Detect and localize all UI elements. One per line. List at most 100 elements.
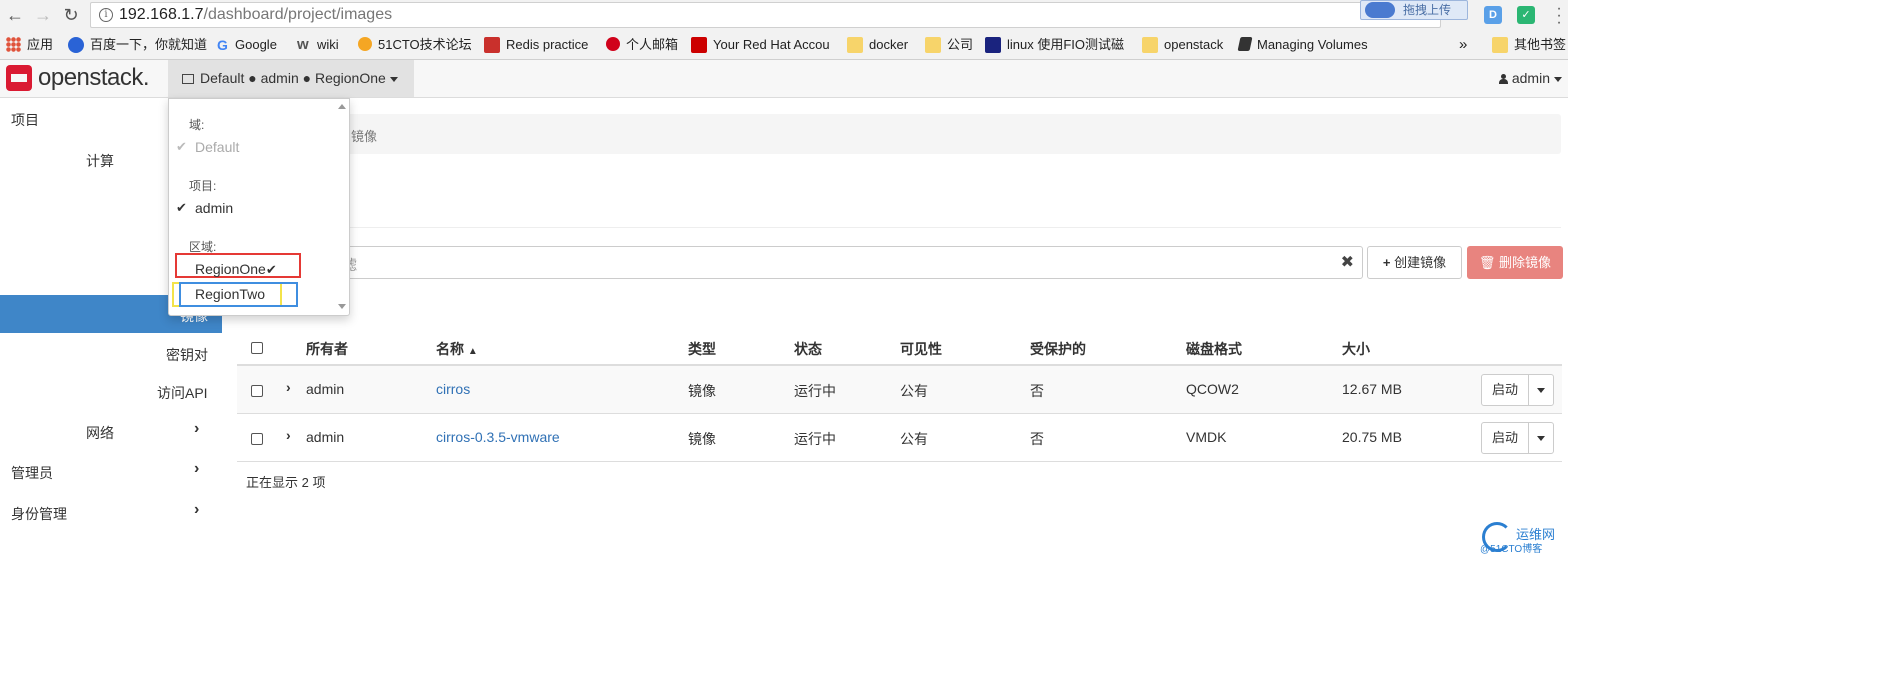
bookmark-google[interactable]: G Google (217, 37, 277, 55)
cell-status: 运行中 (794, 383, 836, 399)
row-checkbox[interactable] (251, 433, 263, 445)
sidebar-item-project[interactable]: 项目 (11, 110, 39, 130)
launch-dropdown-button[interactable] (1528, 374, 1554, 406)
cell-visibility: 公有 (900, 431, 928, 447)
filter-input[interactable]: 滤 ✖ (328, 246, 1363, 279)
sidebar-item-access-api[interactable]: 访问API (157, 383, 208, 403)
folder-icon (847, 37, 863, 53)
row-checkbox[interactable] (251, 385, 263, 397)
launch-button[interactable]: 启动 (1481, 374, 1529, 406)
caret-down-icon (1537, 387, 1545, 393)
domain-item-default: Default (195, 139, 240, 155)
upload-label: 拖拽上传 (1403, 3, 1452, 17)
bookmark-51cto[interactable]: 51CTO技术论坛 (358, 37, 472, 55)
cell-size: 12.67 MB (1342, 381, 1402, 397)
column-status[interactable]: 状态 (794, 339, 822, 359)
bookmark-company[interactable]: 公司 (925, 37, 973, 55)
bookmark-other[interactable]: 其他书签 (1492, 37, 1566, 55)
table-row: › admin cirros 镜像 运行中 公有 否 QCOW2 12.67 M… (237, 366, 1562, 414)
table-header: 所有者 名称 ▲ 类型 状态 可见性 受保护的 磁盘格式 大小 (237, 328, 1562, 366)
select-all-checkbox[interactable] (251, 342, 263, 354)
cell-visibility: 公有 (900, 383, 928, 399)
scroll-up-icon[interactable] (338, 104, 346, 109)
bookmark-mail[interactable]: 个人邮箱 (606, 37, 678, 55)
info-icon[interactable]: i (99, 8, 113, 22)
bookmark-wiki[interactable]: w wiki (297, 37, 339, 55)
wiki-icon: w (297, 36, 309, 53)
cell-protected: 否 (1030, 383, 1044, 399)
cell-type: 镜像 (688, 383, 716, 399)
image-name-link[interactable]: cirros (436, 381, 470, 397)
breadcrumb-item[interactable]: 镜像 (351, 126, 377, 145)
browser-toolbar: ← → ↻ i 192.168.1.7/dashboard/project/im… (0, 0, 1568, 31)
bookmark-fio[interactable]: linux 使用FIO测试磁 (985, 37, 1124, 55)
bookmark-openstack[interactable]: openstack (1142, 37, 1223, 55)
sidebar-item-compute[interactable]: 计算 (86, 151, 114, 171)
region-item-regiontwo[interactable]: RegionTwo (195, 286, 265, 302)
context-selector-button[interactable]: Default ● admin ● RegionOne (168, 60, 414, 97)
google-icon: G (217, 37, 228, 53)
table-row: › admin cirros-0.3.5-vmware 镜像 运行中 公有 否 … (237, 414, 1562, 462)
upload-button[interactable]: 拖拽上传 (1360, 0, 1468, 20)
cell-type: 镜像 (688, 431, 716, 447)
cell-protected: 否 (1030, 431, 1044, 447)
launch-dropdown-button[interactable] (1528, 422, 1554, 454)
table-icon (182, 74, 194, 84)
column-protected[interactable]: 受保护的 (1030, 339, 1086, 359)
51cto-icon (358, 37, 372, 51)
sidebar-item-identity[interactable]: 身份管理 (11, 504, 67, 524)
sidebar-item-network[interactable]: 网络 (86, 423, 114, 443)
cell-disk-format: VMDK (1186, 429, 1227, 445)
cell-owner: admin (306, 381, 345, 397)
bookmark-redis[interactable]: Redis practice (484, 37, 588, 55)
expand-row-icon[interactable]: › (286, 379, 291, 395)
delete-images-button[interactable]: 🗑 删除镜像 (1467, 246, 1563, 279)
bookmark-apps[interactable]: 应用 (6, 37, 53, 55)
expand-row-icon[interactable]: › (286, 427, 291, 443)
address-bar[interactable]: i 192.168.1.7/dashboard/project/images (90, 2, 1441, 28)
column-size[interactable]: 大小 (1342, 339, 1370, 359)
column-name[interactable]: 名称 ▲ (436, 339, 478, 359)
chevron-right-icon: › (194, 460, 200, 477)
folder-icon (1492, 37, 1508, 53)
region-item-regionone[interactable]: RegionOne✔ (195, 261, 277, 278)
image-name-link[interactable]: cirros-0.3.5-vmware (436, 429, 560, 445)
create-image-label: 创建镜像 (1394, 255, 1447, 270)
column-disk-format[interactable]: 磁盘格式 (1186, 339, 1242, 359)
check-icon: ✔ (176, 200, 187, 215)
project-header: 项目: (189, 179, 217, 193)
sidebar-item-admin[interactable]: 管理员 (11, 463, 53, 483)
breadcrumb: 镜像 (236, 114, 1561, 154)
apps-grid-icon (6, 37, 21, 52)
column-type[interactable]: 类型 (688, 339, 716, 359)
clear-icon[interactable]: ✖ (1341, 252, 1354, 272)
site-icon (985, 37, 1001, 53)
column-visibility[interactable]: 可见性 (900, 339, 942, 359)
browser-menu-icon[interactable]: · · · (1554, 1, 1564, 31)
sort-asc-icon: ▲ (467, 346, 478, 357)
bookmark-baidu[interactable]: 百度一下，你就知道 (68, 37, 207, 55)
column-owner[interactable]: 所有者 (306, 339, 348, 359)
user-menu[interactable]: admin (1498, 60, 1562, 97)
bookmark-docker[interactable]: docker (847, 37, 908, 55)
bookmark-managing-volumes[interactable]: Managing Volumes (1237, 37, 1368, 55)
create-image-button[interactable]: + 创建镜像 (1367, 246, 1462, 279)
url-text[interactable]: 192.168.1.7/dashboard/project/images (119, 6, 392, 24)
forward-icon[interactable]: → (32, 4, 54, 26)
launch-button[interactable]: 启动 (1481, 422, 1529, 454)
dropdown-scrollbar[interactable] (335, 99, 349, 315)
project-item-admin[interactable]: admin (195, 200, 233, 216)
back-icon[interactable]: ← (4, 4, 26, 26)
openstack-logo-icon (6, 65, 32, 91)
d-extension-icon[interactable]: D (1484, 6, 1502, 24)
bookmarks-overflow-button[interactable]: » (1459, 37, 1467, 55)
reload-icon[interactable]: ↻ (60, 4, 82, 26)
green-extension-icon[interactable]: ✓ (1517, 6, 1535, 24)
bookmark-redhat[interactable]: Your Red Hat Accou (691, 37, 830, 55)
sidebar-item-keypairs[interactable]: 密钥对 (166, 345, 208, 365)
caret-down-icon (389, 76, 398, 82)
caret-down-icon (1537, 435, 1545, 441)
main-content: 镜像 滤 ✖ + 创建镜像 🗑 删除镜像 所有者 名称 ▲ 类型 状态 可见性 … (222, 98, 1568, 561)
bookmarks-bar: 应用 百度一下，你就知道 G Google w wiki 51CTO技术论坛 Red… (0, 30, 1568, 60)
scroll-down-icon[interactable] (338, 304, 346, 309)
